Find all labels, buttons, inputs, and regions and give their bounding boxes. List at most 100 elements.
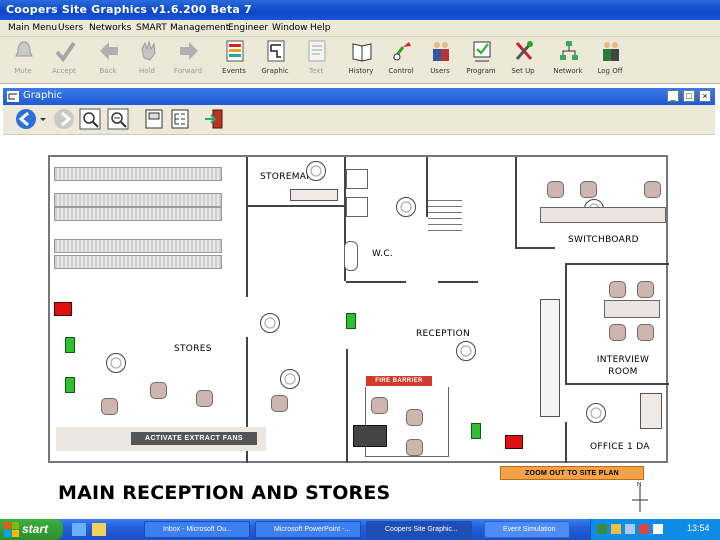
mute-button[interactable]: Mute [3,37,43,83]
fire-alarm-panel[interactable] [54,302,72,316]
door-sensor[interactable] [346,313,356,329]
fire-alarm-panel[interactable] [505,435,523,449]
restore-button[interactable]: □ [683,90,695,102]
menu-help[interactable]: Help [310,23,331,33]
back-button[interactable]: Back [88,37,128,83]
chair [637,281,654,298]
back-arrow-icon [100,42,118,60]
graphic-window-icon [7,91,19,102]
close-button[interactable]: × [699,90,711,102]
round-table [106,353,126,373]
history-button[interactable]: History [341,37,381,83]
menu-management[interactable]: Management [170,23,229,33]
storeman-desk [290,189,338,201]
tree-list-icon[interactable] [169,108,191,130]
north-compass-icon: N [632,482,648,512]
log-off-users-icon [603,42,619,61]
tray-icons[interactable] [597,523,667,536]
menu-users[interactable]: Users [58,23,83,33]
forward-button[interactable]: Forward [168,37,208,83]
door-sensor[interactable] [471,423,481,439]
menu-window[interactable]: Window [272,23,308,33]
task-label: Microsoft PowerPoint -... [274,526,351,533]
app-title: Coopers Site Graphics v1.6.200 Beta 7 [6,3,252,16]
round-table [456,341,476,361]
minimize-button[interactable]: _ [667,90,679,102]
shelving-unit [54,255,222,269]
room-label-reception: RECEPTION [416,329,471,339]
setup-button[interactable]: Set Up [503,37,543,83]
task-powerpoint[interactable]: Microsoft PowerPoint -... [255,521,361,538]
windows-logo-icon [4,522,19,537]
forward-circle-icon[interactable] [53,108,75,130]
room-label-storeman: STOREMAN [260,172,314,182]
shelving-unit [54,207,222,221]
start-button[interactable]: start [0,519,63,540]
forward-label: Forward [173,67,203,75]
shelving-unit [54,167,222,181]
toilet [344,241,358,271]
log-off-button[interactable]: Log Off [590,37,630,83]
menu-bar: Main Menu Users Networks SMART Managemen… [0,20,720,37]
zoom-out-icon[interactable] [107,108,129,130]
zoom-out-to-site-plan-button[interactable]: ZOOM OUT TO SITE PLAN [500,466,644,480]
door-sensor[interactable] [65,377,75,393]
chair [609,281,626,298]
zoom-in-icon[interactable] [79,108,101,130]
taskbar: start Inbox - Microsoft Ou... Microsoft … [0,519,720,540]
events-list-icon [226,40,244,62]
dropdown-arrow-icon[interactable] [39,108,47,130]
program-button[interactable]: Program [461,37,501,83]
graphic-button[interactable]: Graphic [255,37,295,83]
system-tray: 13:54 [590,519,720,540]
events-button[interactable]: Events [214,37,254,83]
room-label-interview: INTERVIEW ROOM [596,355,650,377]
menu-networks[interactable]: Networks [89,23,131,33]
back-circle-icon[interactable] [15,108,37,130]
bell-icon [15,41,33,57]
sofa [540,299,560,417]
task-label: Inbox - Microsoft Ou... [163,526,232,533]
text-icon [308,40,326,62]
hold-button[interactable]: Hold [127,37,167,83]
switchboard-desk [540,207,666,223]
room-label-stores: STORES [174,344,212,354]
room-label-wc: W.C. [372,249,394,259]
menu-main-menu[interactable]: Main Menu [8,23,57,33]
floor-plan: STOREMAN W.C. SWITCHBOARD RECEPTION STOR… [48,155,669,463]
chair [150,382,167,399]
control-icon [392,42,411,61]
users-button[interactable]: Users [420,37,460,83]
clock: 13:54 [687,523,710,533]
control-button[interactable]: Control [381,37,421,83]
chair [644,181,661,198]
menu-smart[interactable]: SMART [136,23,167,33]
door-sensor[interactable] [65,337,75,353]
quick-launch-icon[interactable] [92,523,106,536]
network-button[interactable]: Network [548,37,588,83]
task-coopers-site-graphics[interactable]: Coopers Site Graphic... [366,521,472,538]
task-outlook-inbox[interactable]: Inbox - Microsoft Ou... [144,521,250,538]
office-desk [640,393,662,429]
fire-barrier-button[interactable]: FIRE BARRIER [366,376,432,386]
app-title-bar: Coopers Site Graphics v1.6.200 Beta 7 [0,0,720,20]
text-button[interactable]: Text [296,37,336,83]
print-icon[interactable] [143,108,165,130]
toilet [346,197,368,217]
accept-button[interactable]: Accept [44,37,84,83]
chair [271,395,288,412]
room-label-switchboard: SWITCHBOARD [568,235,639,245]
chair [196,390,213,407]
round-table [280,369,300,389]
round-table [586,403,606,423]
menu-engineer[interactable]: Engineer [228,23,268,33]
log-off-label: Log Off [597,67,623,75]
exit-door-icon[interactable] [203,108,225,130]
forward-arrow-icon [180,42,198,60]
activate-extract-fans-button[interactable]: ACTIVATE EXTRACT FANS [131,432,257,445]
task-event-simulation[interactable]: Event Simulation [484,521,570,538]
round-table [396,197,416,217]
chair [609,324,626,341]
graphic-icon [267,40,285,62]
quick-launch-icon[interactable] [72,523,86,536]
